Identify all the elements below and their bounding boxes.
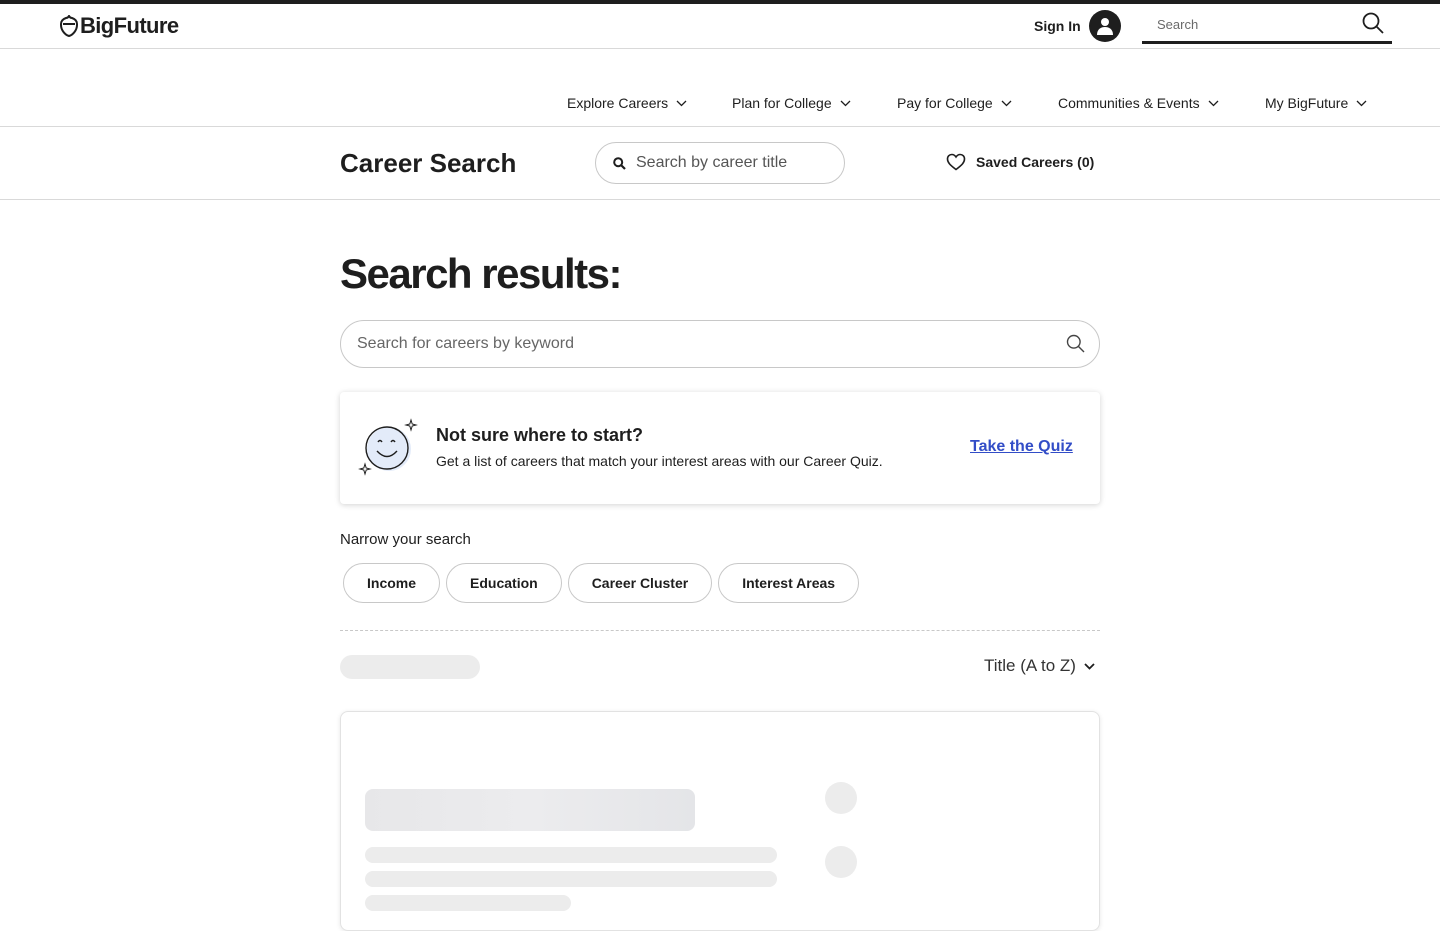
career-quiz-card: Not sure where to start? Get a list of c… (340, 392, 1100, 504)
skeleton-circle (825, 782, 857, 814)
skeleton-line (365, 847, 777, 863)
quiz-description: Get a list of careers that match your in… (436, 453, 883, 469)
chevron-down-icon (1001, 100, 1012, 106)
skeleton-line (365, 895, 571, 911)
nav-explore-careers[interactable]: Explore Careers (567, 95, 687, 111)
saved-careers-button[interactable]: Saved Careers (0) (946, 153, 1094, 171)
nav-label: Explore Careers (567, 95, 669, 111)
keyword-search (340, 320, 1100, 368)
skeleton-title (365, 789, 695, 831)
user-avatar-icon (1088, 10, 1121, 42)
chevron-down-icon (1356, 100, 1367, 106)
filter-buttons: Income Education Career Cluster Interest… (343, 563, 860, 603)
results-heading: Search results: (340, 250, 622, 297)
sign-in-label: Sign In (1034, 18, 1081, 34)
sort-dropdown[interactable]: Title (A to Z) (984, 656, 1095, 676)
acorn-logo-icon (60, 15, 78, 37)
results-count-skeleton (340, 655, 480, 679)
chevron-down-icon (1208, 100, 1219, 106)
global-search (1142, 8, 1392, 44)
nav-label: Communities & Events (1058, 95, 1200, 111)
chevron-down-icon (676, 100, 687, 106)
global-search-input[interactable] (1142, 17, 1352, 32)
search-icon[interactable] (1362, 12, 1384, 39)
logo-text: BigFuture (80, 13, 179, 38)
nav-plan-for-college[interactable]: Plan for College (732, 95, 851, 111)
nav-pay-for-college[interactable]: Pay for College (897, 95, 1012, 111)
keyword-search-input[interactable] (357, 335, 1037, 353)
saved-careers-label: Saved Careers (0) (976, 154, 1095, 170)
global-header: BigFuture Sign In (0, 4, 1440, 49)
filter-education-button[interactable]: Education (446, 563, 562, 603)
skeleton-circle (825, 846, 857, 878)
career-title-input[interactable] (636, 154, 826, 172)
nav-label: Plan for College (732, 95, 832, 111)
sign-in-button[interactable]: Sign In (1034, 10, 1121, 42)
result-card-skeleton (340, 711, 1100, 931)
quiz-title: Not sure where to start? (436, 425, 644, 445)
filter-career-cluster-button[interactable]: Career Cluster (567, 563, 713, 603)
search-icon[interactable] (1066, 334, 1085, 358)
section-divider (340, 630, 1100, 631)
skeleton-line (365, 871, 777, 887)
main-nav: Explore Careers Plan for College Pay for… (0, 49, 1440, 127)
nav-label: My BigFuture (1265, 95, 1349, 111)
career-title-search (595, 142, 845, 184)
filter-income-button[interactable]: Income (343, 563, 441, 603)
career-search-bar: Career Search Saved Careers (0) (0, 127, 1440, 200)
heart-icon (946, 153, 966, 171)
bigfuture-logo[interactable]: BigFuture (60, 13, 179, 39)
sort-selected: Title (A to Z) (984, 656, 1076, 675)
page-title: Career Search (340, 148, 517, 178)
filter-interest-areas-button[interactable]: Interest Areas (718, 563, 860, 603)
narrow-search-label: Narrow your search (340, 531, 471, 548)
nav-communities-events[interactable]: Communities & Events (1058, 95, 1219, 111)
nav-my-bigfuture[interactable]: My BigFuture (1265, 95, 1367, 111)
chevron-down-icon (1084, 662, 1095, 670)
take-quiz-link[interactable]: Take the Quiz (970, 438, 1073, 456)
smiley-sparkle-icon (358, 418, 420, 483)
chevron-down-icon (840, 100, 851, 106)
nav-label: Pay for College (897, 95, 993, 111)
search-icon (613, 156, 626, 170)
